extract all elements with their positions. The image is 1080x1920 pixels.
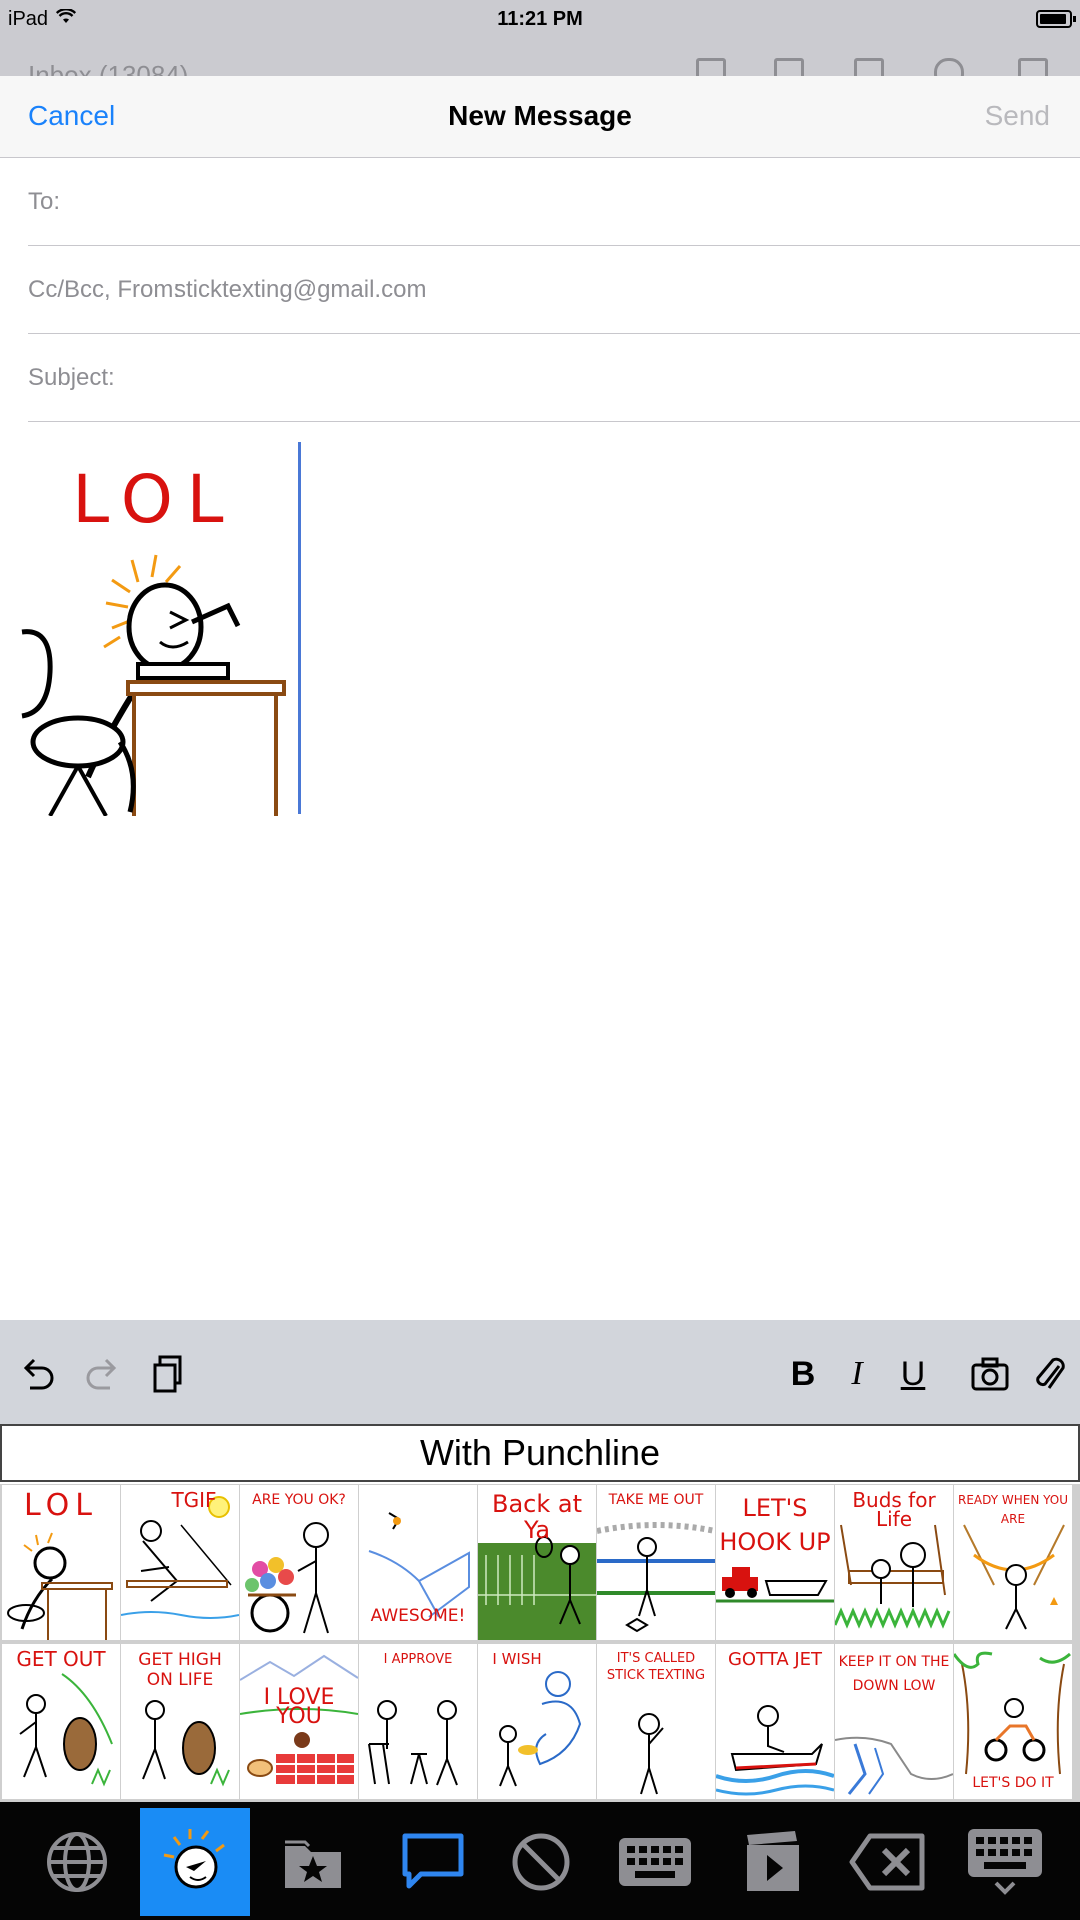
compose-title: New Message bbox=[448, 100, 632, 131]
sticker-caption: GET HIGH ON LIFE bbox=[138, 1650, 222, 1690]
format-bar: B I U bbox=[0, 1320, 1080, 1424]
sticker-tile[interactable]: AWESOME! bbox=[359, 1485, 477, 1640]
redo-icon bbox=[86, 1358, 117, 1390]
favorites-key[interactable] bbox=[258, 1808, 368, 1916]
sticker-caption: LET'S HOOK UP bbox=[719, 1494, 831, 1556]
attach-button[interactable] bbox=[1028, 1354, 1072, 1394]
sticker-tile[interactable]: I APPROVE bbox=[359, 1644, 477, 1799]
sticker-category-header: With Punchline bbox=[0, 1424, 1080, 1482]
sticker-tile[interactable]: Buds for Life bbox=[835, 1485, 953, 1640]
compose-nav-bar: Cancel New Message Send bbox=[0, 76, 1080, 158]
sticker-caption: ARE YOU OK? bbox=[252, 1492, 346, 1508]
sticker-caption: READY WHEN YOU ARE bbox=[957, 1493, 1069, 1526]
sticker-caption: I APPROVE bbox=[383, 1652, 453, 1667]
globe-icon bbox=[47, 1832, 107, 1892]
reply-icon bbox=[934, 58, 964, 76]
sticker-tile[interactable]: I LOVE YOU bbox=[240, 1644, 358, 1799]
sticker-caption: Buds for Life bbox=[852, 1488, 936, 1531]
to-field[interactable]: To: bbox=[28, 158, 1080, 246]
to-label: To: bbox=[28, 188, 61, 215]
sticker-caption: AWESOME! bbox=[370, 1606, 466, 1626]
ccbcc-from-label: Cc/Bcc, From: bbox=[28, 276, 181, 303]
body-sticker-caption: LOL bbox=[72, 461, 237, 538]
sticker-caption: IT'S CALLED STICK TEXTING bbox=[606, 1651, 706, 1683]
stick-face-icon bbox=[163, 1829, 225, 1889]
sticker-caption: GET OUT bbox=[16, 1647, 106, 1671]
camera-button[interactable] bbox=[968, 1354, 1012, 1394]
compose-icon bbox=[1018, 58, 1048, 76]
sticker-caption: LET'S DO IT bbox=[972, 1775, 1054, 1791]
stick-face-key[interactable] bbox=[140, 1808, 250, 1916]
sticker-caption: I WISH bbox=[492, 1650, 542, 1668]
keyboard-key[interactable] bbox=[600, 1808, 710, 1916]
sticker-tile[interactable]: I WISH bbox=[478, 1644, 596, 1799]
sticker-tile[interactable]: IT'S CALLED STICK TEXTING bbox=[597, 1644, 715, 1799]
background-mail-toolbar: Inbox (13084) bbox=[0, 40, 1080, 76]
video-clip-icon bbox=[747, 1831, 799, 1891]
sticker-caption: TAKE ME OUT bbox=[608, 1492, 704, 1508]
sticker-tile[interactable]: LET'S HOOK UP bbox=[716, 1485, 834, 1640]
video-key[interactable] bbox=[718, 1808, 828, 1916]
folder-icon bbox=[774, 58, 804, 76]
hide-keyboard-icon bbox=[968, 1829, 1042, 1895]
undo-icon bbox=[23, 1358, 54, 1390]
status-bar: iPad 11:21 PM bbox=[0, 0, 1080, 40]
chat-key[interactable] bbox=[378, 1808, 488, 1916]
ccbcc-from-field[interactable]: Cc/Bcc, From: sticktexting@gmail.com bbox=[28, 246, 1080, 334]
from-address: sticktexting@gmail.com bbox=[174, 276, 427, 303]
send-button[interactable]: Send bbox=[985, 100, 1050, 132]
delete-icon bbox=[849, 1833, 925, 1891]
hide-keyboard-key[interactable] bbox=[950, 1808, 1060, 1916]
delete-key[interactable] bbox=[832, 1808, 942, 1916]
screen: iPad 11:21 PM Inbox (13084) Cancel New M… bbox=[0, 0, 1080, 1920]
chat-bubble-icon bbox=[402, 1833, 464, 1889]
prohibited-icon bbox=[512, 1833, 570, 1891]
block-key[interactable] bbox=[486, 1808, 596, 1916]
archive-icon bbox=[854, 58, 884, 76]
globe-key[interactable] bbox=[22, 1808, 132, 1916]
sticker-tile[interactable]: Back at Ya bbox=[478, 1485, 596, 1640]
sticker-tile[interactable]: TGIF bbox=[121, 1485, 239, 1640]
subject-field[interactable]: Subject: bbox=[28, 334, 1080, 422]
sticker-tile[interactable]: LET'S DO IT bbox=[954, 1644, 1072, 1799]
camera-icon bbox=[971, 1357, 1009, 1391]
sticker-tile[interactable]: GET HIGH ON LIFE bbox=[121, 1644, 239, 1799]
flag-icon bbox=[696, 58, 726, 76]
sticker-caption: I LOVE YOU bbox=[263, 1685, 335, 1729]
sticker-caption: KEEP IT ON THE DOWN LOW bbox=[838, 1654, 950, 1694]
sticker-tile[interactable]: ARE YOU OK? bbox=[240, 1485, 358, 1640]
battery-icon bbox=[1036, 10, 1076, 28]
sticker-tile[interactable]: GOTTA JET bbox=[716, 1644, 834, 1799]
redo-button[interactable] bbox=[80, 1354, 124, 1394]
paste-button[interactable] bbox=[146, 1354, 190, 1394]
sticker-caption: Back at Ya bbox=[491, 1490, 582, 1544]
sticker-tile[interactable]: TAKE ME OUT bbox=[597, 1485, 715, 1640]
sticker-tile[interactable]: READY WHEN YOU ARE bbox=[954, 1485, 1072, 1640]
underline-button[interactable]: U bbox=[898, 1354, 928, 1394]
sticker-tile[interactable]: LOL bbox=[2, 1485, 120, 1640]
bold-button[interactable]: B bbox=[788, 1354, 818, 1394]
text-caret bbox=[298, 442, 301, 814]
undo-button[interactable] bbox=[16, 1354, 60, 1394]
clipboard-icon bbox=[153, 1355, 182, 1393]
keyboard-dock bbox=[0, 1802, 1080, 1920]
status-time: 11:21 PM bbox=[497, 8, 583, 30]
sticker-tile[interactable]: KEEP IT ON THE DOWN LOW bbox=[835, 1644, 953, 1799]
lol-sticker-image: LOL bbox=[21, 461, 286, 817]
background-inbox-label: Inbox (13084) bbox=[28, 60, 189, 76]
sticker-caption: LOL bbox=[24, 1488, 98, 1523]
favorites-folder-icon bbox=[285, 1840, 341, 1888]
sticker-tile[interactable]: GET OUT bbox=[2, 1644, 120, 1799]
italic-button[interactable]: I bbox=[842, 1354, 872, 1394]
paperclip-icon bbox=[1036, 1357, 1065, 1389]
message-body-sticker[interactable]: LOL bbox=[20, 442, 300, 822]
subject-label: Subject: bbox=[28, 364, 115, 391]
sticker-caption: TGIF bbox=[171, 1488, 217, 1512]
sticker-grid: LOL TGIF ARE YOU OK? AWESOME! Back at Ya… bbox=[0, 1484, 1080, 1802]
sticker-caption: GOTTA JET bbox=[727, 1649, 823, 1670]
keyboard-icon bbox=[619, 1838, 691, 1886]
